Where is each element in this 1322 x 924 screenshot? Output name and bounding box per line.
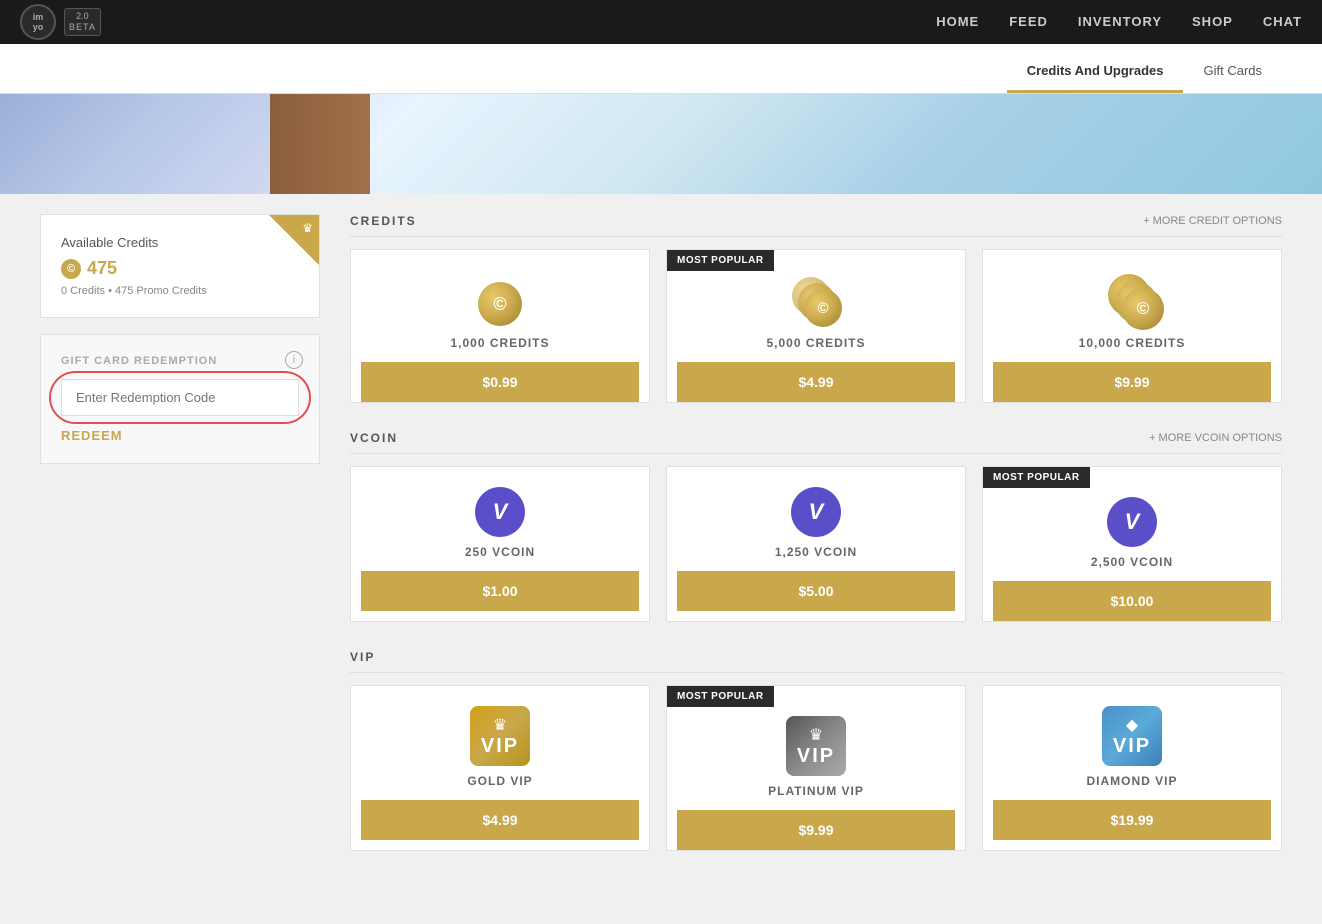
card-label-10000: 10,000 CREDITS [1079,336,1186,350]
credits-title: Available Credits [61,235,299,250]
redemption-code-input[interactable] [61,379,299,416]
nav-links: HOME FEED INVENTORY SHOP CHAT [936,13,1302,31]
left-panel: ♛ Available Credits © 475 0 Credits • 47… [40,214,320,879]
logo-text: imyo [33,12,44,32]
vcoin-cards-row: V 250 VCOIN $1.00 V 1,250 VCOIN $5.00 MO… [350,466,1282,622]
credits-section-header: CREDITS + MORE CREDIT OPTIONS [350,214,1282,237]
info-icon[interactable]: i [285,351,303,369]
vip-section-header: VIP [350,650,1282,673]
card-1250-vcoin: V 1,250 VCOIN $5.00 [666,466,966,622]
redemption-label: GIFT CARD REDEMPTION [61,355,299,367]
vcoin-section: VCOIN + MORE VCOIN OPTIONS V 250 VCOIN $… [350,431,1282,622]
vcoin-icon-1250: V [791,487,841,537]
redeem-button[interactable]: REDEEM [61,428,123,443]
card-diamond-vip: ◆ VIP DIAMOND VIP $19.99 [982,685,1282,851]
card-label-platinum-vip: PLATINUM VIP [768,784,864,798]
tab-credits-upgrades[interactable]: Credits And Upgrades [1007,51,1184,93]
coin-icon-5000: © © © [792,280,840,328]
card-label-gold-vip: GOLD VIP [467,774,532,788]
coin-icon-1000: © [476,280,524,328]
redemption-input-wrap [61,379,299,416]
card-label-1000: 1,000 CREDITS [450,336,549,350]
nav-chat[interactable]: CHAT [1263,14,1302,29]
card-1000-credits: © 1,000 CREDITS $0.99 [350,249,650,403]
credits-detail: 0 Credits • 475 Promo Credits [61,285,299,297]
subnav: Credits And Upgrades Gift Cards [0,44,1322,94]
buy-2500-vcoin-button[interactable]: $10.00 [993,581,1271,621]
logo-area: imyo 2.0BETA [20,4,101,40]
nav-feed[interactable]: FEED [1009,14,1048,29]
credits-section-title: CREDITS [350,214,417,228]
card-label-1250vcoin: 1,250 VCOIN [775,545,857,559]
subnav-tabs: Credits And Upgrades Gift Cards [1007,51,1282,93]
card-5000-credits: MOST POPULAR © © © 5,000 CREDITS $4.99 [666,249,966,403]
vip-cards-row: ♛ VIP GOLD VIP $4.99 MOST POPULAR ♛ VIP [350,685,1282,851]
buy-1000-credits-button[interactable]: $0.99 [361,362,639,402]
card-label-5000: 5,000 CREDITS [766,336,865,350]
diamond-vip-icon: ◆ VIP [1102,706,1162,766]
credits-cards-row: © 1,000 CREDITS $0.99 MOST POPULAR © © © [350,249,1282,403]
gold-vip-icon: ♛ VIP [470,706,530,766]
nav-home[interactable]: HOME [936,14,979,29]
hero-banner [0,94,1322,194]
buy-1250-vcoin-button[interactable]: $5.00 [677,571,955,611]
credits-box: ♛ Available Credits © 475 0 Credits • 47… [40,214,320,318]
card-gold-vip: ♛ VIP GOLD VIP $4.99 [350,685,650,851]
vcoin-section-header: VCOIN + MORE VCOIN OPTIONS [350,431,1282,454]
vcoin-icon-250: V [475,487,525,537]
credits-coin-icon: © [61,259,81,279]
vcoin-section-title: VCOIN [350,431,398,445]
buy-250-vcoin-button[interactable]: $1.00 [361,571,639,611]
card-platinum-vip: MOST POPULAR ♛ VIP PLATINUM VIP $9.99 [666,685,966,851]
card-label-diamond-vip: DIAMOND VIP [1086,774,1177,788]
vcoin-more-options[interactable]: + MORE VCOIN OPTIONS [1149,432,1282,444]
beta-badge: 2.0BETA [64,8,101,36]
card-2500-vcoin: MOST POPULAR V 2,500 VCOIN $10.00 [982,466,1282,622]
vip-crown-icon: ♛ [302,221,313,235]
nav-shop[interactable]: SHOP [1192,14,1233,29]
buy-gold-vip-button[interactable]: $4.99 [361,800,639,840]
credits-number: 475 [87,258,117,279]
buy-5000-credits-button[interactable]: $4.99 [677,362,955,402]
card-10000-credits: © © © 10,000 CREDITS $9.99 [982,249,1282,403]
platinum-vip-icon: ♛ VIP [786,716,846,776]
card-250-vcoin: V 250 VCOIN $1.00 [350,466,650,622]
logo-icon: imyo [20,4,56,40]
single-coin: © [478,282,522,326]
main-content: ♛ Available Credits © 475 0 Credits • 47… [0,194,1322,899]
most-popular-badge-credits: MOST POPULAR [667,250,774,271]
credits-section: CREDITS + MORE CREDIT OPTIONS © 1,000 CR… [350,214,1282,403]
right-panel: CREDITS + MORE CREDIT OPTIONS © 1,000 CR… [350,214,1282,879]
tab-gift-cards[interactable]: Gift Cards [1183,51,1282,93]
buy-platinum-vip-button[interactable]: $9.99 [677,810,955,850]
most-popular-badge-vip: MOST POPULAR [667,686,774,707]
most-popular-badge-vcoin: MOST POPULAR [983,467,1090,488]
credits-more-options[interactable]: + MORE CREDIT OPTIONS [1143,215,1282,227]
vip-section: VIP ♛ VIP GOLD VIP $4.99 [350,650,1282,851]
navbar: imyo 2.0BETA HOME FEED INVENTORY SHOP CH… [0,0,1322,44]
buy-10000-credits-button[interactable]: $9.99 [993,362,1271,402]
vcoin-icon-2500: V [1107,497,1157,547]
vip-section-title: VIP [350,650,375,664]
redemption-box: GIFT CARD REDEMPTION i REDEEM [40,334,320,464]
card-label-2500vcoin: 2,500 VCOIN [1091,555,1173,569]
coin-icon-10000: © © © [1108,280,1156,328]
nav-inventory[interactable]: INVENTORY [1078,14,1162,29]
card-label-250vcoin: 250 VCOIN [465,545,535,559]
buy-diamond-vip-button[interactable]: $19.99 [993,800,1271,840]
credits-amount: © 475 [61,258,299,279]
